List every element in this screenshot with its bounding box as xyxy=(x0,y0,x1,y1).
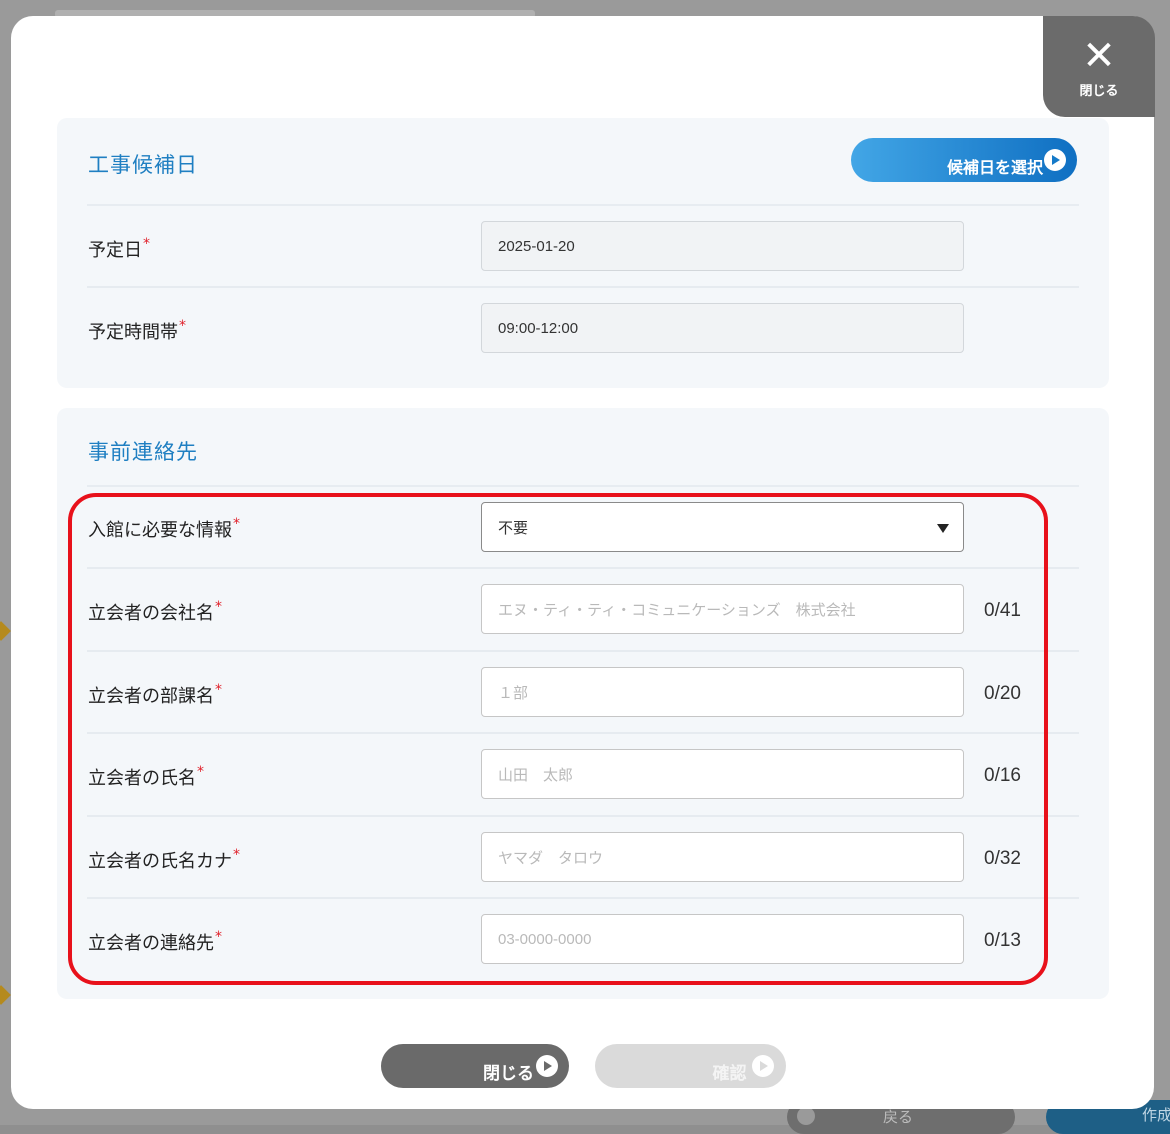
attendee-phone-label: 立会者の連絡先* xyxy=(88,929,222,954)
confirm-button-label: 確認 xyxy=(712,1064,747,1083)
attendee-kana-counter: 0/32 xyxy=(984,848,1021,869)
close-icon: ✕ xyxy=(1082,33,1116,79)
select-candidate-date-label: 候補日を選択 xyxy=(946,159,1043,177)
required-mark: * xyxy=(215,929,222,945)
attendee-phone-counter: 0/13 xyxy=(984,930,1021,951)
divider xyxy=(87,815,1079,817)
required-mark: * xyxy=(197,764,204,780)
attendee-name-counter: 0/16 xyxy=(984,765,1021,786)
company-name-placeholder: エヌ・ティ・ティ・コミュニケーションズ 株式会社 xyxy=(498,601,856,619)
divider xyxy=(87,897,1079,899)
confirm-button[interactable]: 確認 xyxy=(595,1044,786,1088)
divider xyxy=(87,204,1079,206)
entry-info-label: 入館に必要な情報* xyxy=(88,516,240,541)
close-button[interactable]: 閉じる xyxy=(381,1044,569,1088)
scheduled-date-field: 2025-01-20 xyxy=(481,221,964,271)
dropdown-caret-icon xyxy=(937,524,949,533)
select-candidate-date-button[interactable]: 候補日を選択 xyxy=(851,138,1077,182)
entry-info-select[interactable]: 不要 xyxy=(481,502,964,552)
scheduled-time-value: 09:00-12:00 xyxy=(498,319,579,337)
divider xyxy=(87,732,1079,734)
required-mark: * xyxy=(233,516,240,532)
background-chevron-icon xyxy=(0,621,11,641)
attendee-name-label: 立会者の氏名* xyxy=(88,764,204,789)
department-name-input[interactable]: １部 xyxy=(481,667,964,717)
required-mark: * xyxy=(215,599,222,615)
contact-section-title: 事前連絡先 xyxy=(88,440,198,464)
department-name-placeholder: １部 xyxy=(498,684,529,702)
attendee-kana-label: 立会者の氏名カナ* xyxy=(88,847,240,872)
scheduled-date-label: 予定日* xyxy=(88,236,150,261)
required-mark: * xyxy=(143,236,150,252)
divider xyxy=(87,567,1079,569)
company-name-input[interactable]: エヌ・ティ・ティ・コミュニケーションズ 株式会社 xyxy=(481,584,964,634)
attendee-kana-input[interactable]: ヤマダ タロウ xyxy=(481,832,964,882)
entry-info-selected-value: 不要 xyxy=(498,519,529,537)
department-name-label: 立会者の部課名* xyxy=(88,682,222,707)
attendee-phone-input[interactable]: 03-0000-0000 xyxy=(481,914,964,964)
play-circle-icon xyxy=(536,1055,558,1077)
required-mark: * xyxy=(179,318,186,334)
attendee-kana-placeholder: ヤマダ タロウ xyxy=(498,849,604,867)
company-name-counter: 0/41 xyxy=(984,600,1021,621)
department-name-counter: 0/20 xyxy=(984,683,1021,704)
schedule-section-title: 工事候補日 xyxy=(88,153,198,177)
modal-close-label: 閉じる xyxy=(1079,84,1119,99)
background-chevron-icon xyxy=(0,985,11,1005)
divider xyxy=(87,650,1079,652)
scheduled-time-field: 09:00-12:00 xyxy=(481,303,964,353)
scheduled-time-label: 予定時間帯* xyxy=(88,318,186,343)
attendee-name-input[interactable]: 山田 太郎 xyxy=(481,749,964,799)
required-mark: * xyxy=(233,847,240,863)
attendee-phone-placeholder: 03-0000-0000 xyxy=(498,930,592,948)
play-circle-icon xyxy=(752,1055,774,1077)
required-mark: * xyxy=(215,682,222,698)
divider xyxy=(87,485,1079,487)
play-circle-icon xyxy=(1044,149,1066,171)
scheduled-date-value: 2025-01-20 xyxy=(498,237,575,255)
attendee-name-placeholder: 山田 太郎 xyxy=(498,766,574,784)
close-button-label: 閉じる xyxy=(483,1064,534,1083)
company-name-label: 立会者の会社名* xyxy=(88,599,222,624)
modal-close-button[interactable]: ✕ 閉じる xyxy=(1043,16,1155,117)
divider xyxy=(87,286,1079,288)
